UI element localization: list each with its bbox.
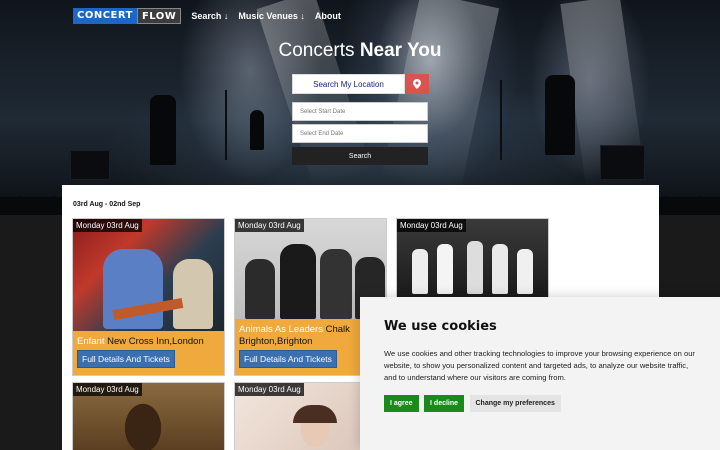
event-venue: New Cross Inn,London: [107, 336, 204, 347]
event-card[interactable]: Monday 03rd Aug: [396, 218, 549, 299]
performer-silhouette: [150, 95, 176, 165]
event-photo: Monday 03rd Aug: [397, 219, 548, 299]
event-day: Monday 03rd Aug: [397, 219, 466, 232]
top-nav: CONCERT FLOW Search ↓ Music Venues ↓ Abo…: [73, 8, 341, 24]
event-day: Monday 03rd Aug: [73, 383, 142, 396]
event-card[interactable]: Monday 03rd Aug: [72, 382, 225, 450]
performer-silhouette: [250, 110, 264, 150]
nav-music-venues[interactable]: Music Venues ↓: [238, 11, 305, 21]
mic-stand: [225, 90, 227, 160]
hero-headline: Concerts Near You: [278, 40, 442, 61]
cookie-agree-button[interactable]: I agree: [384, 395, 419, 412]
full-details-button[interactable]: Full Details And Tickets: [77, 350, 175, 368]
cookie-title: We use cookies: [384, 319, 497, 334]
cookie-decline-button[interactable]: I decline: [424, 395, 465, 412]
event-card[interactable]: Monday 03rd Aug Enfant New Cross Inn,Lon…: [72, 218, 225, 376]
performer-silhouette: [545, 75, 575, 155]
search-button[interactable]: Search: [292, 147, 428, 165]
cookie-preferences-button[interactable]: Change my preferences: [469, 395, 561, 412]
end-date-input[interactable]: Select End Date: [292, 124, 428, 143]
event-info: Enfant New Cross Inn,London Full Details…: [73, 331, 224, 372]
concertflow-logo[interactable]: CONCERT FLOW: [73, 8, 182, 24]
nav-about[interactable]: About: [315, 11, 341, 21]
cookie-banner: We use cookies We use cookies and other …: [360, 297, 720, 450]
event-artist: Enfant: [77, 336, 105, 347]
mic-stand: [500, 80, 502, 160]
stage-light: [381, 0, 500, 195]
event-day: Monday 03rd Aug: [235, 383, 304, 396]
location-pin-button[interactable]: [405, 74, 429, 94]
cookie-body: We use cookies and other tracking techno…: [384, 349, 695, 382]
event-artist: Animals As Leaders: [239, 324, 323, 335]
event-day: Monday 03rd Aug: [73, 219, 142, 232]
event-photo: Monday 03rd Aug: [73, 219, 224, 331]
start-date-input[interactable]: Select Start Date: [292, 102, 428, 121]
full-details-button[interactable]: Full Details And Tickets: [239, 350, 337, 368]
event-photo: Monday 03rd Aug: [73, 383, 224, 450]
nav-search[interactable]: Search ↓: [191, 11, 228, 21]
date-range-label: 03rd Aug - 02nd Sep: [73, 201, 141, 208]
map-pin-icon: [413, 79, 421, 89]
event-day: Monday 03rd Aug: [235, 219, 304, 232]
search-my-location-button[interactable]: Search My Location: [292, 74, 405, 94]
